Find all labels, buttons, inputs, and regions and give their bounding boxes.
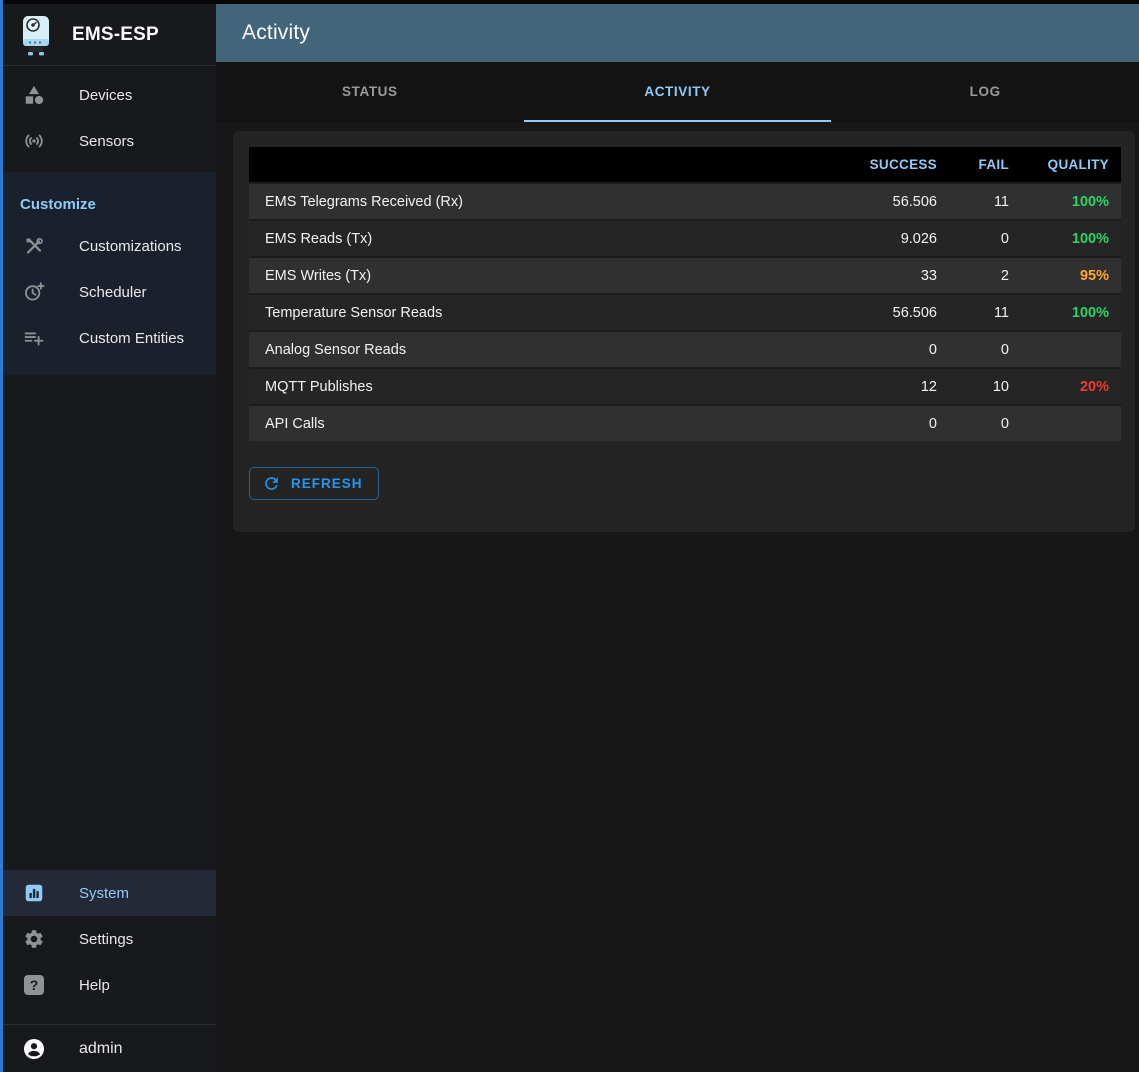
- table-row: Temperature Sensor Reads 56.506 11 100%: [249, 293, 1121, 330]
- sidebar-user-admin[interactable]: admin: [0, 1025, 216, 1072]
- table-row: EMS Reads (Tx) 9.026 0 100%: [249, 219, 1121, 256]
- success-value: 12: [817, 379, 937, 395]
- quality-value: 100%: [1009, 194, 1121, 210]
- sidebar-item-label: Devices: [79, 87, 132, 104]
- quality-value: 20%: [1009, 379, 1121, 395]
- success-value: 33: [817, 268, 937, 284]
- sidebar-item-label: Customizations: [79, 238, 182, 255]
- clock-plus-icon: [22, 280, 46, 304]
- table-row: Analog Sensor Reads 0 0: [249, 330, 1121, 367]
- main-content: Activity STATUS ACTIVITY LOG SUCCESS FAI…: [216, 4, 1139, 1072]
- sidebar: EMS-ESP Devices Sensors: [0, 4, 216, 1072]
- success-value: 0: [817, 416, 937, 432]
- metric-name: EMS Telegrams Received (Rx): [249, 194, 817, 210]
- sidebar-item-label: Help: [79, 977, 110, 994]
- table-body: EMS Telegrams Received (Rx) 56.506 11 10…: [249, 182, 1121, 441]
- app-title: EMS-ESP: [72, 24, 159, 46]
- sidebar-item-scheduler[interactable]: Scheduler: [0, 269, 216, 315]
- table-header-row: SUCCESS FAIL QUALITY: [249, 147, 1121, 182]
- metric-name: EMS Writes (Tx): [249, 268, 817, 284]
- activity-panel: SUCCESS FAIL QUALITY EMS Telegrams Recei…: [233, 131, 1135, 532]
- refresh-icon: [262, 474, 281, 493]
- refresh-button-label: REFRESH: [291, 476, 363, 491]
- metric-name: API Calls: [249, 416, 817, 432]
- sidebar-item-label: Sensors: [79, 133, 134, 150]
- table-row: EMS Telegrams Received (Rx) 56.506 11 10…: [249, 182, 1121, 219]
- tools-icon: [22, 234, 46, 258]
- sidebar-item-sensors[interactable]: Sensors: [0, 118, 216, 164]
- customize-section-header: Customize: [0, 180, 216, 223]
- sidebar-header: EMS-ESP: [0, 4, 216, 66]
- success-value: 56.506: [817, 194, 937, 210]
- tab-status[interactable]: STATUS: [216, 62, 524, 122]
- sidebar-item-devices[interactable]: Devices: [0, 72, 216, 118]
- fail-value: 11: [937, 194, 1009, 210]
- left-edge-line: [0, 0, 3, 1072]
- column-header-quality: QUALITY: [1009, 157, 1121, 172]
- sensors-icon: [22, 129, 46, 153]
- page-title: Activity: [242, 21, 310, 45]
- quality-value: 100%: [1009, 231, 1121, 247]
- app-bar: Activity: [216, 4, 1139, 62]
- success-value: 56.506: [817, 305, 937, 321]
- fail-value: 0: [937, 416, 1009, 432]
- success-value: 9.026: [817, 231, 937, 247]
- sidebar-item-label: Custom Entities: [79, 330, 184, 347]
- column-header-fail: FAIL: [937, 157, 1009, 172]
- account-icon: [22, 1037, 46, 1061]
- fail-value: 11: [937, 305, 1009, 321]
- table-row: EMS Writes (Tx) 33 2 95%: [249, 256, 1121, 293]
- column-header-success: SUCCESS: [817, 157, 937, 172]
- quality-value: 95%: [1009, 268, 1121, 284]
- table-row: MQTT Publishes 12 10 20%: [249, 367, 1121, 404]
- quality-value: 100%: [1009, 305, 1121, 321]
- tab-bar: STATUS ACTIVITY LOG: [216, 62, 1139, 122]
- sidebar-item-system[interactable]: System: [0, 870, 216, 916]
- sidebar-item-label: System: [79, 885, 129, 902]
- boiler-logo-icon: [18, 13, 54, 57]
- refresh-button[interactable]: REFRESH: [249, 467, 379, 500]
- success-value: 0: [817, 342, 937, 358]
- activity-table: SUCCESS FAIL QUALITY EMS Telegrams Recei…: [249, 147, 1121, 441]
- metric-name: EMS Reads (Tx): [249, 231, 817, 247]
- fail-value: 2: [937, 268, 1009, 284]
- customize-section: Customize Customizations: [0, 172, 216, 375]
- tab-log[interactable]: LOG: [831, 62, 1139, 122]
- top-edge-strip: [0, 0, 1139, 4]
- user-name: admin: [79, 1040, 123, 1058]
- sidebar-item-help[interactable]: ? Help: [0, 962, 216, 1008]
- metric-name: MQTT Publishes: [249, 379, 817, 395]
- metric-name: Temperature Sensor Reads: [249, 305, 817, 321]
- table-row: API Calls 0 0: [249, 404, 1121, 441]
- metric-name: Analog Sensor Reads: [249, 342, 817, 358]
- sidebar-item-customizations[interactable]: Customizations: [0, 223, 216, 269]
- sidebar-item-label: Scheduler: [79, 284, 147, 301]
- devices-icon: [22, 83, 46, 107]
- bar-chart-icon: [22, 881, 46, 905]
- sidebar-item-label: Settings: [79, 931, 133, 948]
- tab-activity[interactable]: ACTIVITY: [524, 62, 832, 122]
- sidebar-item-custom-entities[interactable]: Custom Entities: [0, 315, 216, 361]
- fail-value: 0: [937, 231, 1009, 247]
- playlist-add-icon: [22, 326, 46, 350]
- sidebar-item-settings[interactable]: Settings: [0, 916, 216, 962]
- fail-value: 0: [937, 342, 1009, 358]
- fail-value: 10: [937, 379, 1009, 395]
- help-icon: ?: [22, 973, 46, 997]
- gear-icon: [22, 927, 46, 951]
